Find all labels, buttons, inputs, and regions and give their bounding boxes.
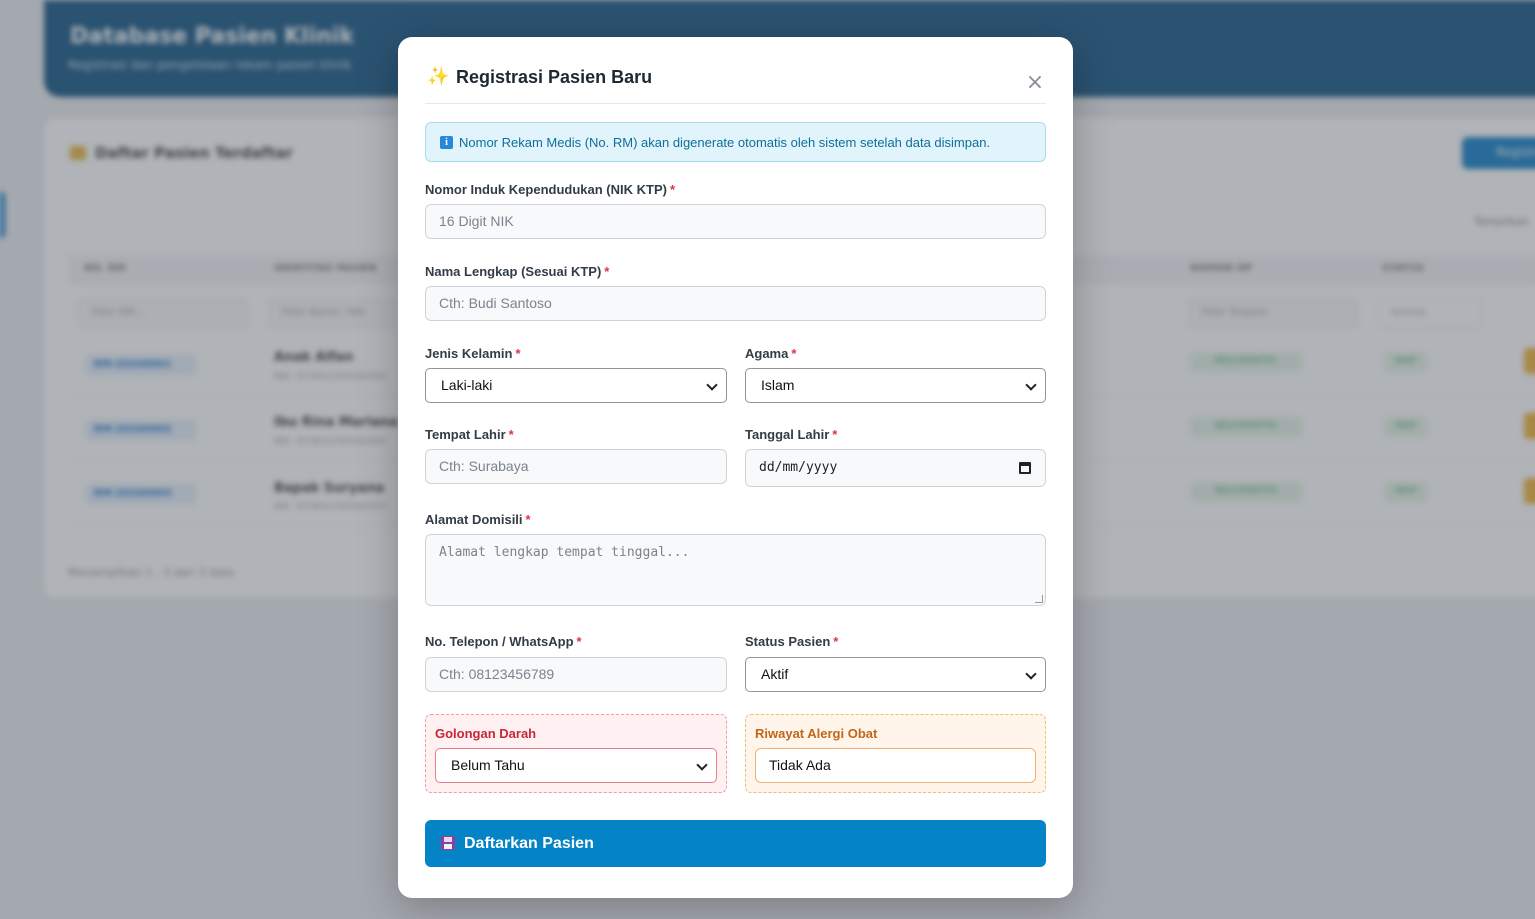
required-mark: * [604,264,610,279]
chevron-down-icon [696,759,708,771]
required-mark: * [576,634,582,649]
submit-button[interactable]: Daftarkan Pasien [425,820,1046,867]
address-label: Alamat Domisili * [425,512,531,527]
registration-modal: ✨ Registrasi Pasien Baru × i Nomor Rekam… [398,37,1073,898]
address-textarea[interactable]: Alamat lengkap tempat tinggal... [425,534,1046,606]
sparkles-icon: ✨ [427,66,450,87]
birthplace-label: Tempat Lahir * [425,427,514,442]
birthplace-input[interactable]: Cth: Surabaya [425,449,727,484]
resize-handle[interactable] [1035,595,1043,603]
blood-type-panel: Golongan Darah Belum Tahu [425,714,727,793]
status-select[interactable]: Aktif [745,657,1046,692]
religion-select[interactable]: Islam [745,368,1046,403]
phone-input[interactable]: Cth: 08123456789 [425,657,727,692]
required-mark: * [833,634,839,649]
allergy-input[interactable]: Tidak Ada [755,748,1036,783]
floppy-disk-icon [441,836,455,850]
blood-type-label: Golongan Darah [435,726,537,741]
required-mark: * [508,427,514,442]
nik-input[interactable]: 16 Digit NIK [425,204,1046,239]
nik-label: Nomor Induk Kependudukan (NIK KTP) * [425,182,676,197]
modal-header: ✨ Registrasi Pasien Baru × [425,63,1046,104]
required-mark: * [791,346,797,361]
submit-button-label: Daftarkan Pasien [464,835,594,852]
close-button[interactable]: × [1024,72,1046,95]
full-name-input[interactable]: Cth: Budi Santoso [425,286,1046,321]
info-alert: i Nomor Rekam Medis (No. RM) akan digene… [425,122,1046,162]
chevron-down-icon [1025,379,1037,391]
info-text: Nomor Rekam Medis (No. RM) akan digenera… [459,135,991,150]
gender-label: Jenis Kelamin * [425,346,521,361]
calendar-icon[interactable] [1019,462,1031,474]
blood-type-select[interactable]: Belum Tahu [435,748,717,783]
allergy-label: Riwayat Alergi Obat [755,726,878,741]
status-label: Status Pasien * [745,634,839,649]
name-label: Nama Lengkap (Sesuai KTP) * [425,264,610,279]
required-mark: * [525,512,531,527]
gender-select[interactable]: Laki-laki [425,368,727,403]
required-mark: * [832,427,838,442]
chevron-down-icon [706,379,718,391]
allergy-panel: Riwayat Alergi Obat Tidak Ada [745,714,1046,793]
modal-title: Registrasi Pasien Baru [456,67,653,87]
birthdate-label: Tanggal Lahir * [745,427,838,442]
birthdate-input[interactable]: dd/mm/yyyy [745,449,1046,487]
religion-label: Agama * [745,346,797,361]
required-mark: * [669,182,676,197]
required-mark: * [515,346,521,361]
chevron-down-icon [1025,668,1037,680]
info-icon: i [440,136,453,149]
phone-label: No. Telepon / WhatsApp * [425,634,582,649]
